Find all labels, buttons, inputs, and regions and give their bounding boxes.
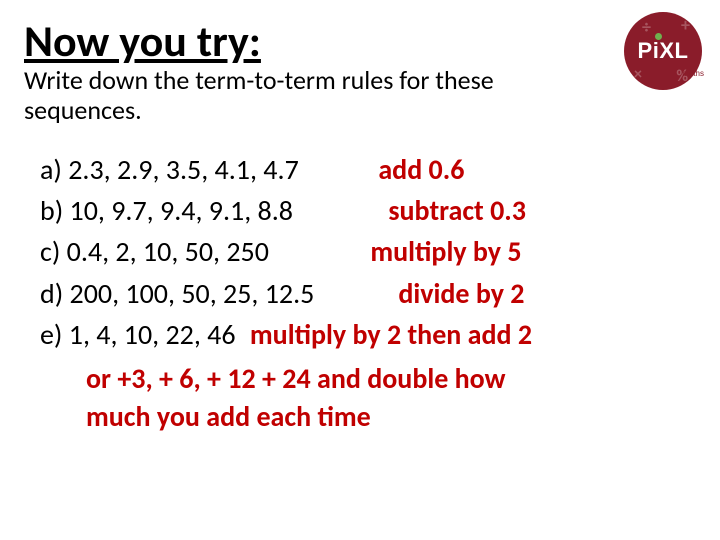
sequence-item-b: b) 10, 9.7, 9.4, 9.1, 8.8 subtract 0.3	[40, 191, 696, 230]
sequence-e-text: e) 1, 4, 10, 22, 46	[40, 317, 236, 352]
sequence-d-answer: divide by 2	[398, 274, 524, 313]
pixl-logo: ÷ + × % PiXL maths	[624, 12, 702, 90]
page-subtitle: Write down the term-to-term rules for th…	[24, 66, 564, 126]
sequence-a-answer: add 0.6	[378, 150, 464, 189]
sequence-b-text: b) 10, 9.7, 9.4, 9.1, 8.8	[40, 191, 370, 230]
sequence-list: a) 2.3, 2.9, 3.5, 4.1, 4.7 add 0.6 b) 10…	[24, 150, 696, 436]
alternative-answer: or +3, + 6, + 12 + 24 and double how muc…	[40, 360, 680, 436]
alternative-answer-line1: or +3, + 6, + 12 + 24 and double how	[86, 360, 680, 398]
sequence-a-text: a) 2.3, 2.9, 3.5, 4.1, 4.7	[40, 150, 360, 189]
pixl-logo-text: PiXL	[638, 38, 689, 64]
sequence-item-c: c) 0.4, 2, 10, 50, 250 multiply by 5	[40, 232, 696, 271]
sequence-c-answer: multiply by 5	[370, 232, 521, 271]
logo-symbol-plus: +	[681, 14, 690, 36]
pixl-logo-subtext: maths	[682, 69, 704, 78]
sequence-e-answer: multiply by 2 then add 2	[250, 317, 532, 352]
sequence-d-text: d) 200, 100, 50, 25, 12.5	[40, 274, 380, 313]
sequence-item-e: e) 1, 4, 10, 22, 46 multiply by 2 then a…	[40, 315, 696, 354]
logo-symbol-multiply: ×	[634, 65, 642, 84]
logo-symbol-divide: ÷	[642, 16, 651, 38]
pixl-logo-circle: ÷ + × % PiXL	[624, 12, 702, 90]
pixl-logo-dot	[655, 33, 662, 40]
page-title: Now you try:	[24, 18, 696, 64]
sequence-item-d: d) 200, 100, 50, 25, 12.5 divide by 2	[40, 274, 696, 313]
sequence-b-answer: subtract 0.3	[388, 191, 526, 230]
alternative-answer-line2: much you add each time	[86, 398, 680, 436]
sequence-item-a: a) 2.3, 2.9, 3.5, 4.1, 4.7 add 0.6	[40, 150, 696, 189]
sequence-c-text: c) 0.4, 2, 10, 50, 250	[40, 232, 352, 271]
